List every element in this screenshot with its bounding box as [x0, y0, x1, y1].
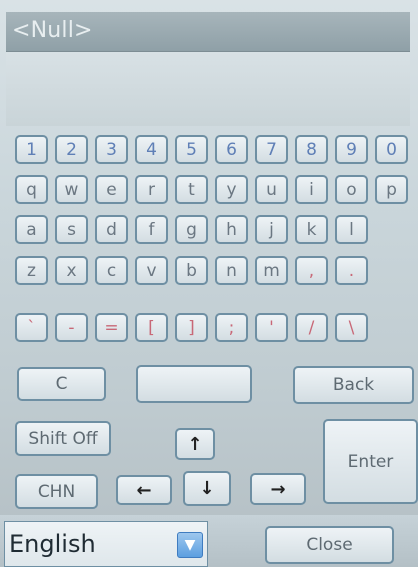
key-p[interactable]: p [375, 175, 408, 204]
input-area [6, 52, 410, 126]
key-s[interactable]: s [55, 215, 88, 244]
back-button[interactable]: Back [293, 366, 414, 404]
key-q[interactable]: q [15, 175, 48, 204]
key-6[interactable]: 6 [215, 135, 248, 164]
chn-button[interactable]: CHN [15, 474, 98, 509]
chevron-down-icon[interactable]: ▼ [177, 532, 203, 558]
key-c[interactable]: c [95, 256, 128, 285]
key-i[interactable]: i [295, 175, 328, 204]
key-period[interactable]: . [335, 256, 368, 285]
key-j[interactable]: j [255, 215, 288, 244]
text-display-value: <Null> [12, 18, 93, 43]
key-right-bracket[interactable]: ] [175, 313, 208, 342]
key-0[interactable]: 0 [375, 135, 408, 164]
right-arrow-button[interactable]: → [250, 473, 306, 505]
key-h[interactable]: h [215, 215, 248, 244]
key-d[interactable]: d [95, 215, 128, 244]
key-1[interactable]: 1 [15, 135, 48, 164]
shift-button[interactable]: Shift Off [15, 421, 111, 456]
key-backslash[interactable]: \ [335, 313, 368, 342]
key-k[interactable]: k [295, 215, 328, 244]
virtual-keyboard-screen: <Null> 1 2 3 4 5 6 7 8 9 0 q w e r t y u… [0, 0, 418, 567]
key-4[interactable]: 4 [135, 135, 168, 164]
key-f[interactable]: f [135, 215, 168, 244]
key-9[interactable]: 9 [335, 135, 368, 164]
key-x[interactable]: x [55, 256, 88, 285]
key-3[interactable]: 3 [95, 135, 128, 164]
right-arrow-icon: → [270, 478, 286, 500]
left-arrow-icon: ← [136, 479, 152, 501]
key-z[interactable]: z [15, 256, 48, 285]
key-slash[interactable]: / [295, 313, 328, 342]
key-minus[interactable]: - [55, 313, 88, 342]
key-equals[interactable]: = [95, 313, 128, 342]
key-left-bracket[interactable]: [ [135, 313, 168, 342]
up-arrow-icon: ↑ [187, 433, 203, 455]
key-g[interactable]: g [175, 215, 208, 244]
key-e[interactable]: e [95, 175, 128, 204]
language-select-value: English [9, 530, 96, 558]
space-button[interactable] [136, 365, 252, 403]
left-arrow-button[interactable]: ← [116, 475, 172, 505]
key-b[interactable]: b [175, 256, 208, 285]
key-8[interactable]: 8 [295, 135, 328, 164]
key-backtick[interactable]: ` [15, 313, 48, 342]
key-r[interactable]: r [135, 175, 168, 204]
key-o[interactable]: o [335, 175, 368, 204]
key-n[interactable]: n [215, 256, 248, 285]
key-5[interactable]: 5 [175, 135, 208, 164]
key-m[interactable]: m [255, 256, 288, 285]
text-display-bar: <Null> [6, 12, 410, 52]
close-button[interactable]: Close [265, 526, 394, 564]
key-w[interactable]: w [55, 175, 88, 204]
key-7[interactable]: 7 [255, 135, 288, 164]
enter-button[interactable]: Enter [323, 419, 418, 504]
key-l[interactable]: l [335, 215, 368, 244]
key-y[interactable]: y [215, 175, 248, 204]
clear-button[interactable]: C [17, 367, 106, 401]
key-quote[interactable]: ' [255, 313, 288, 342]
down-arrow-button[interactable]: ↓ [183, 471, 231, 506]
key-semicolon[interactable]: ; [215, 313, 248, 342]
key-u[interactable]: u [255, 175, 288, 204]
language-select[interactable]: English ▼ [4, 521, 208, 567]
down-arrow-icon: ↓ [199, 478, 215, 499]
key-comma[interactable]: , [295, 256, 328, 285]
key-a[interactable]: a [15, 215, 48, 244]
key-t[interactable]: t [175, 175, 208, 204]
key-2[interactable]: 2 [55, 135, 88, 164]
key-v[interactable]: v [135, 256, 168, 285]
up-arrow-button[interactable]: ↑ [175, 428, 215, 460]
